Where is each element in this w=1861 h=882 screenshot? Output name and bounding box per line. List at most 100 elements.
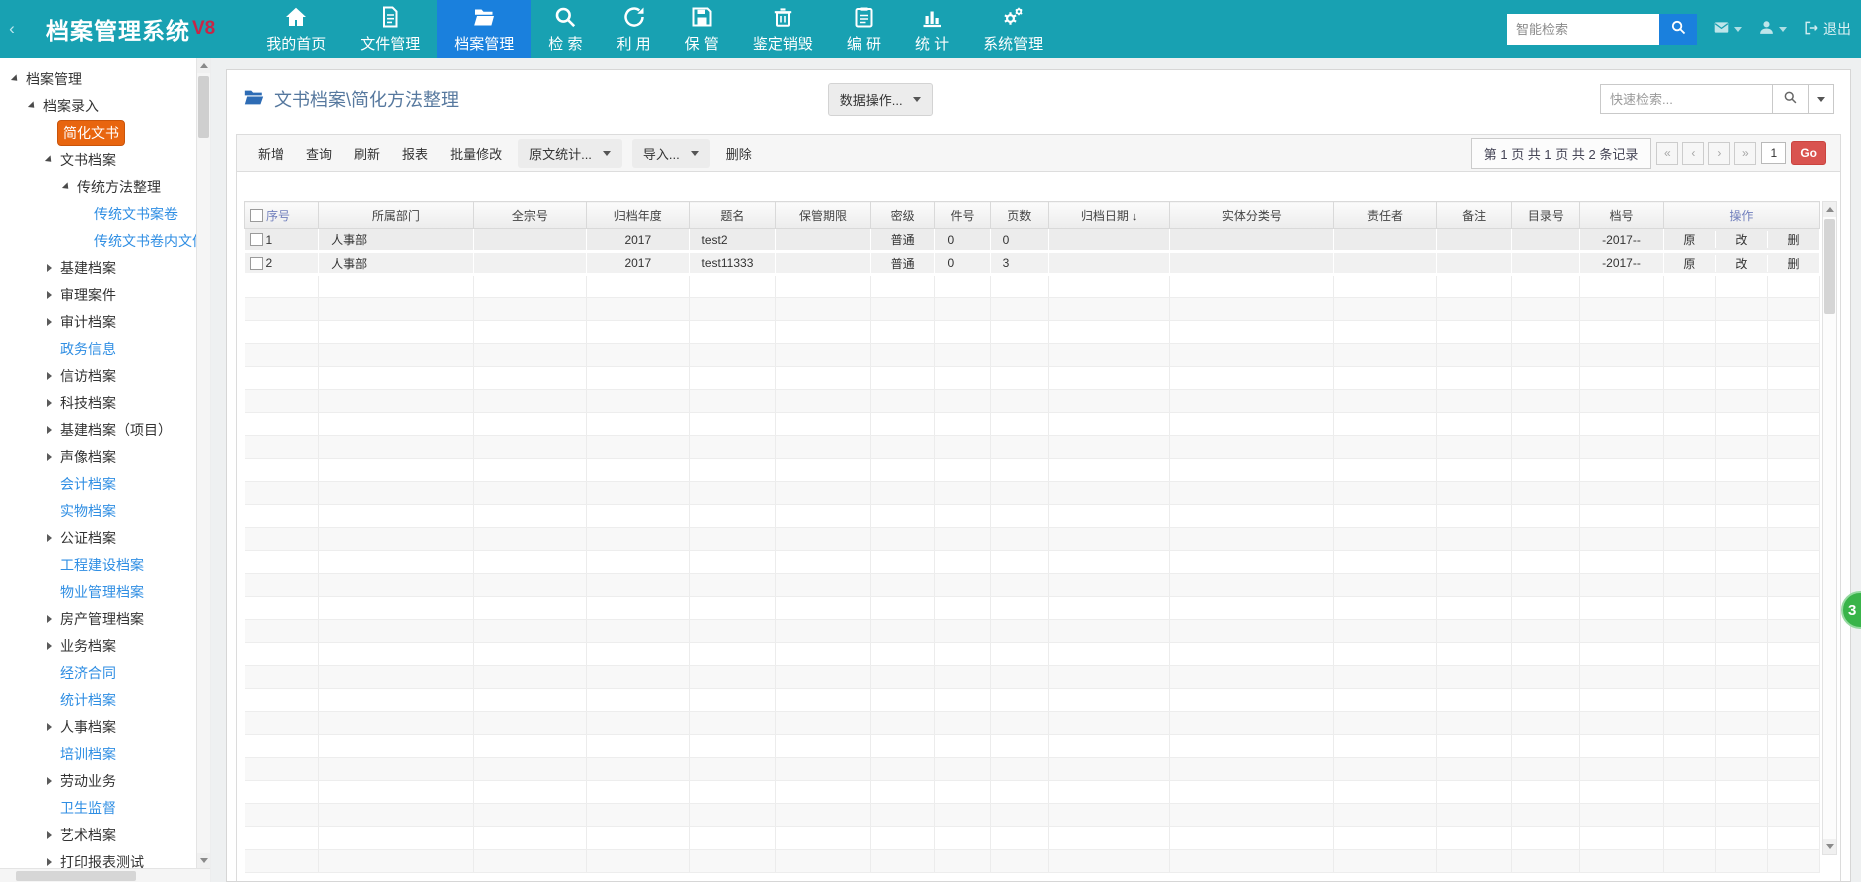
prev-page-button[interactable]: ‹: [1682, 141, 1705, 165]
tree-toggle-icon[interactable]: [42, 776, 57, 785]
column-header-itemno[interactable]: 件号: [934, 201, 991, 229]
last-page-button[interactable]: »: [1734, 141, 1757, 165]
nav-item-home[interactable]: 我的首页: [249, 0, 343, 58]
user-menu[interactable]: [1758, 19, 1787, 39]
column-header-ops[interactable]: 操作: [1663, 201, 1821, 229]
scrollbar-thumb[interactable]: [16, 871, 136, 881]
tree-toggle-icon[interactable]: [42, 290, 57, 299]
column-header-pages[interactable]: 页数: [990, 201, 1049, 229]
select-all-checkbox[interactable]: [250, 208, 263, 222]
tree-item-label[interactable]: 审理案件: [57, 284, 119, 306]
scroll-down-arrow[interactable]: [1823, 839, 1836, 854]
tree-item-label[interactable]: 会计档案: [57, 473, 119, 495]
go-button[interactable]: Go: [1791, 141, 1826, 165]
sidebar-hscrollbar[interactable]: [0, 868, 210, 882]
collapse-sidebar-button[interactable]: ‹: [0, 0, 24, 58]
tree-toggle-icon[interactable]: [42, 425, 57, 434]
scroll-down-arrow[interactable]: [197, 853, 210, 868]
tree-item-label[interactable]: 劳动业务: [57, 770, 119, 792]
tree-item-label[interactable]: 信访档案: [57, 365, 119, 387]
tree-toggle-icon[interactable]: [42, 857, 57, 866]
nav-item-file-manage[interactable]: 文件管理: [343, 0, 437, 58]
tree-item-label[interactable]: 公证档案: [57, 527, 119, 549]
tree-toggle-icon[interactable]: [25, 100, 40, 111]
column-header-period[interactable]: 保管期限: [775, 201, 871, 229]
column-header-date[interactable]: 归档日期 ↓: [1048, 201, 1171, 229]
tree-toggle-icon[interactable]: [42, 263, 57, 272]
nav-item-archive-manage[interactable]: 档案管理: [437, 0, 532, 58]
tree-item-label[interactable]: 实物档案: [57, 500, 119, 522]
scroll-up-arrow[interactable]: [1823, 202, 1836, 217]
tree-item-label[interactable]: 培训档案: [57, 743, 119, 765]
row-checkbox[interactable]: [249, 256, 263, 270]
tree-item-label[interactable]: 统计档案: [57, 689, 119, 711]
tree-toggle-icon[interactable]: [42, 398, 57, 407]
tree-item-label[interactable]: 声像档案: [57, 446, 119, 468]
page-number-input[interactable]: [1761, 142, 1787, 164]
tree-item-label[interactable]: 物业管理档案: [57, 581, 147, 603]
tree-item-label[interactable]: 文书档案: [57, 149, 119, 171]
column-header-secret[interactable]: 密级: [870, 201, 936, 229]
column-header-dept[interactable]: 所属部门: [318, 201, 474, 229]
smart-search-input[interactable]: [1507, 13, 1659, 45]
tree-item-label[interactable]: 传统文书卷内文件: [91, 230, 196, 252]
data-operations-dropdown[interactable]: 数据操作...: [827, 82, 933, 116]
column-header-note[interactable]: 备注: [1436, 201, 1513, 229]
tree-item-label[interactable]: 简化文书: [57, 119, 125, 146]
messages-menu[interactable]: [1713, 19, 1742, 39]
nav-item-utilize[interactable]: 利 用: [599, 0, 667, 58]
tree-item-label[interactable]: 档案录入: [40, 95, 102, 117]
op-modify-link[interactable]: 改: [1714, 231, 1767, 248]
op-delete-link[interactable]: 删: [1766, 231, 1819, 248]
toolbar-button[interactable]: 新增: [247, 139, 295, 168]
tree-toggle-icon[interactable]: [59, 181, 74, 192]
column-header-title[interactable]: 题名: [689, 201, 777, 229]
toolbar-button[interactable]: 导入...: [631, 138, 710, 168]
tree-item-label[interactable]: 房产管理档案: [57, 608, 147, 630]
nav-item-keep[interactable]: 保 管: [668, 0, 736, 58]
toolbar-button[interactable]: 报表: [391, 139, 439, 168]
row-checkbox[interactable]: [249, 233, 263, 246]
tree-item-label[interactable]: 传统文书案卷: [91, 203, 181, 225]
sidebar-scrollbar[interactable]: [196, 58, 210, 868]
scroll-up-arrow[interactable]: [197, 58, 210, 73]
scrollbar-thumb[interactable]: [1824, 219, 1835, 314]
tree-toggle-icon[interactable]: [42, 317, 57, 326]
column-header-seq[interactable]: 序号: [243, 201, 320, 229]
tree-item-label[interactable]: 政务信息: [57, 338, 119, 360]
toolbar-button[interactable]: 刷新: [343, 139, 391, 168]
nav-item-compile[interactable]: 编 研: [830, 0, 898, 58]
table-scrollbar[interactable]: [1822, 201, 1837, 855]
tree-toggle-icon[interactable]: [42, 371, 57, 380]
tree-toggle-icon[interactable]: [42, 722, 57, 731]
column-header-quanzong[interactable]: 全宗号: [473, 201, 588, 229]
tree-toggle-icon[interactable]: [42, 533, 57, 542]
tree-item-label[interactable]: 卫生监督: [57, 797, 119, 819]
tree-item-label[interactable]: 经济合同: [57, 662, 119, 684]
nav-item-retrieve[interactable]: 检 索: [531, 0, 599, 58]
quick-search-button[interactable]: [1772, 84, 1809, 114]
scrollbar-thumb[interactable]: [198, 76, 209, 138]
column-header-docno[interactable]: 档号: [1579, 201, 1664, 229]
tree-item-label[interactable]: 业务档案: [57, 635, 119, 657]
tree-toggle-icon[interactable]: [42, 452, 57, 461]
op-modify-link[interactable]: 改: [1714, 254, 1767, 272]
tree-item-label[interactable]: 艺术档案: [57, 824, 119, 846]
tree-item-label[interactable]: 档案管理: [23, 68, 85, 90]
next-page-button[interactable]: ›: [1708, 141, 1731, 165]
tree-toggle-icon[interactable]: [8, 73, 23, 84]
op-original-link[interactable]: 原: [1664, 255, 1715, 272]
first-page-button[interactable]: «: [1656, 141, 1679, 165]
nav-item-appraise-destroy[interactable]: 鉴定销毁: [736, 0, 830, 58]
toolbar-button[interactable]: 原文统计...: [518, 138, 622, 168]
nav-item-system-manage[interactable]: 系统管理: [966, 0, 1060, 58]
op-delete-link[interactable]: 删: [1766, 254, 1819, 272]
tree-item-label[interactable]: 基建档案（项目）: [57, 419, 175, 441]
column-header-cls[interactable]: 实体分类号: [1169, 201, 1335, 229]
toolbar-button[interactable]: 删除: [715, 139, 763, 168]
tree-toggle-icon[interactable]: [42, 641, 57, 650]
tree-item-label[interactable]: 打印报表测试: [57, 851, 147, 869]
op-original-link[interactable]: 原: [1664, 231, 1715, 248]
column-header-catalog[interactable]: 目录号: [1511, 201, 1581, 229]
tree-toggle-icon[interactable]: [42, 154, 57, 165]
